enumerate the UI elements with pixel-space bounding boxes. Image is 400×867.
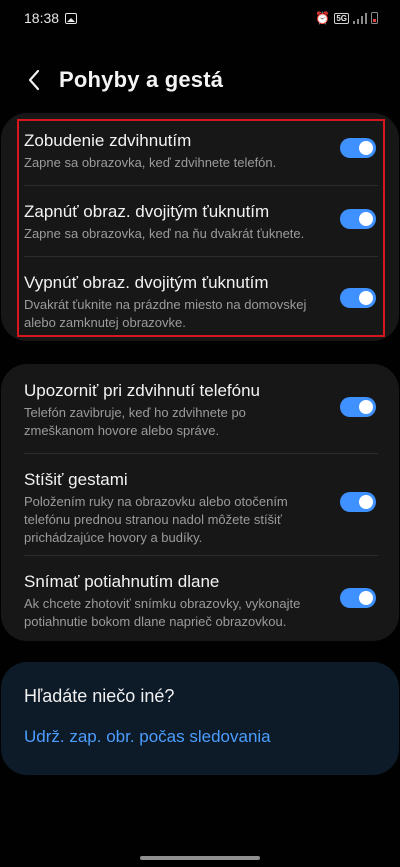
toggle-knob (359, 400, 373, 414)
setting-row-double-tap-on[interactable]: Zapnúť obraz. dvojitým ťuknutím Zapne sa… (24, 201, 376, 243)
battery-icon (371, 12, 378, 24)
status-left: 18:38 (24, 10, 78, 26)
setting-title: Snímať potiahnutím dlane (24, 572, 220, 591)
setting-row-double-tap-off[interactable]: Vypnúť obraz. dvojitým ťuknutím Dvakrát … (24, 272, 376, 332)
smart-alert-toggle[interactable] (340, 397, 376, 417)
suggestion-link[interactable]: Udrž. zap. obr. počas sledovania (24, 727, 271, 747)
double-tap-off-toggle[interactable] (340, 288, 376, 308)
chevron-left-icon (28, 69, 40, 91)
setting-row-palm-swipe[interactable]: Snímať potiahnutím dlane Ak chcete zhoto… (24, 571, 376, 631)
setting-description: Zapne sa obrazovka, keď na ňu dvakrát ťu… (24, 226, 305, 241)
setting-row-easy-mute[interactable]: Stíšiť gestami Položením ruky na obrazov… (24, 469, 376, 547)
status-time: 18:38 (24, 10, 60, 26)
suggestions-card (1, 662, 399, 775)
lift-to-wake-toggle[interactable] (340, 138, 376, 158)
palm-swipe-toggle[interactable] (340, 588, 376, 608)
divider (24, 453, 378, 454)
double-tap-on-toggle[interactable] (340, 209, 376, 229)
toggle-knob (359, 212, 373, 226)
gallery-icon (65, 12, 78, 24)
setting-description: Zapne sa obrazovka, keď zdvihnete telefó… (24, 155, 277, 170)
header: Pohyby a gestá (0, 58, 400, 102)
toggle-knob (359, 591, 373, 605)
suggestions-title: Hľadáte niečo iné? (24, 686, 175, 706)
status-right: ⏰ 5G (315, 11, 378, 25)
signal-icon (353, 12, 367, 24)
5g-icon: 5G (334, 12, 349, 24)
toggle-knob (359, 495, 373, 509)
alarm-icon: ⏰ (315, 11, 331, 25)
page-title: Pohyby a gestá (59, 67, 224, 92)
setting-description: Ak chcete zhotoviť snímku obrazovky, vyk… (24, 596, 301, 629)
setting-row-smart-alert[interactable]: Upozorniť pri zdvihnutí telefónu Telefón… (24, 380, 376, 440)
toggle-knob (359, 291, 373, 305)
divider (24, 555, 378, 556)
status-bar: 18:38 ⏰ 5G (0, 0, 400, 36)
back-button[interactable] (12, 58, 56, 102)
setting-title: Zapnúť obraz. dvojitým ťuknutím (24, 202, 270, 221)
divider (24, 256, 378, 257)
setting-title: Upozorniť pri zdvihnutí telefónu (24, 381, 261, 400)
setting-title: Vypnúť obraz. dvojitým ťuknutím (24, 273, 269, 292)
divider (24, 185, 378, 186)
easy-mute-toggle[interactable] (340, 492, 376, 512)
gesture-nav-handle[interactable] (140, 856, 260, 860)
setting-title: Zobudenie zdvihnutím (24, 131, 192, 150)
setting-description: Telefón zavibruje, keď ho zdvihnete po z… (24, 405, 246, 438)
setting-description: Položením ruky na obrazovku alebo otočen… (24, 494, 288, 545)
setting-title: Stíšiť gestami (24, 470, 128, 489)
toggle-knob (359, 141, 373, 155)
setting-description: Dvakrát ťuknite na prázdne miesto na dom… (24, 297, 307, 330)
setting-row-lift-to-wake[interactable]: Zobudenie zdvihnutím Zapne sa obrazovka,… (24, 130, 376, 172)
